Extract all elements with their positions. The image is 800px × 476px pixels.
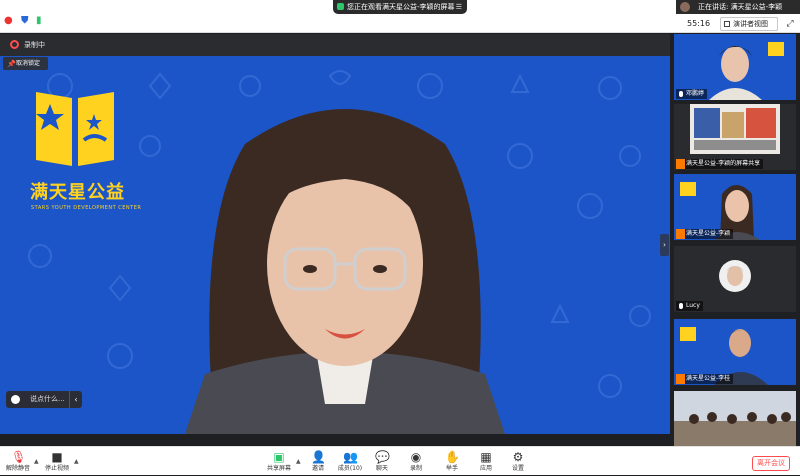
share-screen-icon: ▣ — [273, 450, 285, 464]
stop-video-button[interactable]: ■ 停止视频 — [42, 447, 72, 476]
view-mode-label: 演讲者视图 — [733, 20, 768, 28]
participant-tile[interactable]: 邓鹏婷 — [674, 34, 796, 100]
unpin-label: 取消锁定 — [16, 60, 41, 67]
logo-title: 满天星公益 — [30, 182, 125, 203]
leave-meeting-button[interactable]: 离开会议 — [752, 456, 790, 471]
speaking-notice-text: 正在讲话: 满天星公益-李颖 — [698, 3, 783, 11]
participant-name: 满天星公益-李颖的屏幕共享 — [686, 160, 761, 167]
screen-share-notice[interactable]: 您正在观看满天星公益-李颖的屏幕 ☰ — [333, 0, 467, 14]
security-shield-icon[interactable]: ⛊ — [21, 15, 29, 27]
participant-name: Lucy — [686, 302, 700, 309]
book-star-logo-icon — [36, 92, 114, 166]
share-screen-icon — [676, 159, 685, 169]
grid-view-icon — [724, 21, 730, 27]
participant-name-label: Lucy — [676, 301, 703, 311]
host-icon — [676, 229, 685, 239]
organization-logo: 满天星公益 STARS YOUTH DEVELOPMENT CENTER — [30, 84, 150, 219]
record-icon: ◉ — [410, 450, 422, 464]
participant-tile[interactable]: 满天星公益-李颖 — [674, 174, 796, 240]
stop-share-icon[interactable]: ● — [4, 15, 13, 27]
share-notice-text: 您正在观看满天星公益-李颖的屏幕 — [347, 3, 455, 11]
unmute-label: 解除静音 — [5, 465, 30, 472]
unmute-button[interactable]: 🎙 解除静音 — [4, 447, 32, 476]
chevron-left-icon[interactable]: ‹ — [69, 391, 82, 408]
chevron-up-icon[interactable]: ▲ — [296, 458, 301, 465]
recording-bar: 录制中 — [0, 34, 670, 56]
speaker-video-person — [185, 109, 505, 434]
apps-button[interactable]: ▦ 应用 — [474, 447, 498, 476]
participant-name-label: 满天星公益-李桂 — [676, 374, 734, 384]
share-screen-label: 共享屏幕 — [266, 465, 291, 472]
mic-icon — [679, 303, 683, 309]
participant-name-label: 满天星公益-李颖的屏幕共享 — [676, 159, 764, 169]
unpin-button[interactable]: 📌 取消锁定 — [3, 57, 48, 70]
chat-button[interactable]: 💬 聊天 — [370, 447, 394, 476]
menu-icon[interactable]: ☰ — [456, 0, 462, 14]
video-camera-icon: ■ — [51, 450, 63, 464]
participant-tile[interactable] — [674, 391, 796, 446]
participant-name: 满天星公益-李桂 — [686, 375, 731, 382]
chevron-up-icon[interactable]: ▲ — [74, 458, 79, 465]
settings-button[interactable]: ⚙ 设置 — [506, 447, 530, 476]
apps-label: 应用 — [479, 465, 492, 472]
stop-video-label: 停止视频 — [44, 465, 69, 472]
chat-input-box[interactable]: 说点什么... ‹ — [6, 391, 82, 408]
bottom-toolbar: 🎙 解除静音 ▲ ■ 停止视频 ▲ ▣ 共享屏幕 ▲ 👤 邀请 👥 成员(10)… — [0, 446, 800, 475]
invite-button[interactable]: 👤 邀请 — [306, 447, 330, 476]
participant-name: 邓鹏婷 — [686, 90, 705, 97]
participant-tile[interactable]: 满天星公益-李桂 — [674, 319, 796, 385]
collapse-sidebar-button[interactable]: › — [660, 234, 669, 256]
view-mode-button[interactable]: 演讲者视图 — [720, 17, 778, 31]
fullscreen-icon[interactable]: ⤢ — [784, 18, 796, 30]
meeting-timer: 55:16 — [687, 19, 711, 28]
share-status-icon — [337, 3, 344, 10]
logo-subtitle: STARS YOUTH DEVELOPMENT CENTER — [31, 205, 142, 211]
recording-icon — [10, 40, 19, 49]
record-label: 录制 — [409, 465, 422, 472]
chat-icon: 💬 — [375, 450, 390, 464]
members-icon: 👥 — [343, 450, 358, 464]
members-label: 成员(10) — [337, 465, 363, 472]
recording-label: 录制中 — [24, 41, 45, 49]
room-video — [674, 391, 796, 446]
emoji-icon[interactable] — [11, 395, 20, 404]
settings-label: 设置 — [511, 465, 524, 472]
mic-muted-icon: 🎙 — [11, 450, 27, 464]
chat-label: 聊天 — [375, 465, 388, 472]
pin-icon: 📌 — [7, 60, 16, 68]
raise-hand-label: 举手 — [445, 465, 458, 472]
host-icon — [676, 374, 685, 384]
hand-icon: ✋ — [445, 450, 460, 464]
chevron-up-icon[interactable]: ▲ — [34, 458, 39, 465]
apps-grid-icon: ▦ — [480, 450, 492, 464]
invite-label: 邀请 — [311, 465, 324, 472]
mic-icon — [679, 91, 683, 97]
chat-placeholder: 说点什么... — [30, 395, 65, 403]
record-button[interactable]: ◉ 录制 — [404, 447, 428, 476]
signal-icon[interactable]: ▮ — [36, 15, 42, 27]
share-screen-button[interactable]: ▣ 共享屏幕 — [264, 447, 294, 476]
participant-sidebar: 邓鹏婷 满天星公益-李颖的屏幕共享 满天星公益-李颖 Lucy 满天星公益-李桂 — [670, 34, 800, 446]
participant-name-label: 邓鹏婷 — [676, 89, 708, 99]
participant-tile[interactable]: 满天星公益-李颖的屏幕共享 — [674, 104, 796, 170]
members-button[interactable]: 👥 成员(10) — [336, 447, 364, 476]
gear-icon: ⚙ — [512, 450, 524, 464]
participant-tile[interactable]: Lucy — [674, 246, 796, 312]
participant-name-label: 满天星公益-李颖 — [676, 229, 734, 239]
raise-hand-button[interactable]: ✋ 举手 — [440, 447, 464, 476]
speaker-avatar — [680, 2, 690, 12]
speaking-indicator: 正在讲话: 满天星公益-李颖 — [676, 0, 800, 14]
add-user-icon: 👤 — [311, 450, 326, 464]
main-video-stage[interactable]: 📌 取消锁定 满天星公益 STARS YOUTH DEVELOPMENT CEN… — [0, 56, 670, 434]
participant-name: 满天星公益-李颖 — [686, 230, 731, 237]
